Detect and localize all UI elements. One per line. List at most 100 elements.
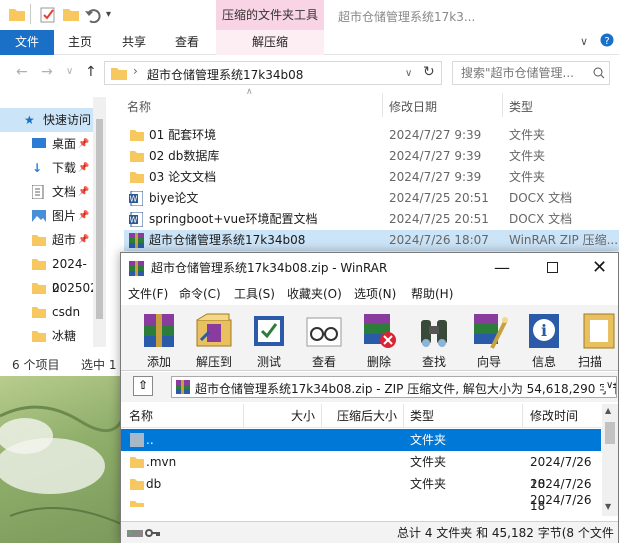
nav-item-folder[interactable]: csdn [0, 300, 93, 324]
nav-item-desktop[interactable]: 桌面 📌 [0, 132, 93, 156]
archive-row[interactable]: .mvn 文件夹 2024/7/26 18 [121, 451, 601, 491]
menu-help[interactable]: 帮助(H) [411, 283, 453, 305]
nav-item-folder[interactable]: 202502 [0, 276, 98, 300]
find-button[interactable]: 查找 [409, 307, 459, 369]
minimize-icon[interactable]: — [494, 253, 510, 283]
nav-item-pictures[interactable]: 图片 📌 [0, 204, 93, 228]
nav-item-documents[interactable]: 文档 📌 [0, 180, 93, 204]
collapse-ribbon-icon[interactable]: ∨ [580, 35, 588, 48]
back-arrow-icon[interactable]: ← [16, 64, 28, 80]
file-row[interactable]: 02 db数据库 2024/7/27 9:39 文件夹 [124, 146, 619, 167]
menu-options[interactable]: 选项(N) [354, 283, 396, 305]
nav-item-folder[interactable]: 冰糖 [0, 324, 93, 348]
file-row-selected[interactable]: 超市仓储管理系统17k34b08 2024/7/26 18:07 WinRAR … [124, 230, 619, 251]
path-dropdown-icon[interactable]: ∨ [604, 380, 614, 391]
undo-icon[interactable] [85, 7, 101, 23]
file-name: 01 配套环境 [149, 128, 217, 142]
scroll-down-icon[interactable]: ▼ [605, 502, 611, 511]
add-button[interactable]: 添加 [134, 307, 184, 369]
desktop-icon [32, 138, 46, 150]
view-button[interactable]: 查看 [299, 307, 349, 369]
scrollbar-thumb[interactable] [605, 422, 615, 444]
winrar-archive-icon [129, 233, 144, 248]
divider [382, 93, 383, 117]
column-size[interactable]: 大小 [291, 404, 315, 428]
compressed-folder-tools-tab[interactable]: 压缩的文件夹工具 [216, 0, 324, 30]
view-glasses-icon [303, 310, 345, 352]
test-button[interactable]: 测试 [244, 307, 294, 369]
pin-icon: 📌 [78, 211, 90, 221]
file-type: DOCX 文档 [509, 191, 573, 205]
up-folder-button[interactable]: ⇧ [133, 376, 153, 396]
column-modified[interactable]: 修改时间 [530, 404, 578, 428]
column-packed-size[interactable]: 压缩后大小 [337, 404, 397, 428]
svg-text:W: W [130, 216, 138, 225]
extract-to-button[interactable]: 解压到 [189, 307, 239, 369]
info-button[interactable]: i 信息 [519, 307, 569, 369]
nav-item-label: 冰糖 [52, 329, 77, 343]
new-folder-icon[interactable] [63, 7, 79, 21]
archive-path-field[interactable]: 超市仓储管理系统17k34b08.zip - ZIP 压缩文件, 解包大小为 5… [171, 376, 617, 398]
customize-qat-dropdown-icon[interactable]: ▾ [106, 9, 111, 20]
divider [30, 4, 31, 24]
drive-icon [127, 527, 143, 539]
tab-extract[interactable]: 解压缩 [216, 30, 324, 55]
nav-item-downloads[interactable]: ↓ 下载 📌 [0, 156, 93, 180]
menu-commands[interactable]: 命令(C) [179, 283, 221, 305]
delete-button[interactable]: 删除 [354, 307, 404, 369]
file-row[interactable]: 03 论文文档 2024/7/27 9:39 文件夹 [124, 167, 619, 188]
up-arrow-icon[interactable]: ↑ [85, 64, 97, 80]
file-row[interactable]: W biye论文 2024/7/25 20:51 DOCX 文档 [124, 188, 619, 209]
archive-row[interactable]: 2024/7/26 18 [121, 495, 601, 507]
recent-locations-icon[interactable]: ∨ [66, 66, 73, 77]
properties-icon[interactable] [40, 7, 56, 23]
folder-icon[interactable] [9, 7, 25, 21]
help-icon[interactable]: ? [600, 33, 614, 47]
forward-arrow-icon[interactable]: → [41, 64, 53, 80]
nav-item-quick-access[interactable]: ★ 快速访问 [0, 108, 93, 132]
column-type[interactable]: 类型 [410, 404, 434, 428]
test-icon [248, 310, 290, 352]
column-type[interactable]: 类型 [509, 98, 533, 115]
file-type: 文件夹 [509, 170, 546, 184]
scrollbar-thumb[interactable] [96, 119, 103, 319]
ribbon-tabs: 文件 主页 共享 查看 解压缩 ∨ ? [0, 30, 619, 55]
key-icon [145, 527, 161, 539]
tab-file[interactable]: 文件 [0, 30, 54, 55]
nav-item-folder[interactable]: 超市 📌 [0, 228, 93, 252]
address-dropdown-icon[interactable]: ∨ [405, 68, 412, 79]
folder-icon [130, 500, 144, 507]
folder-icon [32, 330, 46, 342]
tab-view[interactable]: 查看 [175, 30, 199, 55]
search-input[interactable]: 搜索"超市仓储管理... [452, 61, 610, 85]
winrar-list-scrollbar[interactable]: ▲ ▼ [602, 404, 618, 516]
winrar-status-bar: 总计 4 文件夹 和 45,182 字节(8 个文件 [121, 521, 618, 543]
column-name[interactable]: 名称 [127, 98, 151, 115]
wizard-button[interactable]: 向导 [464, 307, 514, 369]
maximize-icon[interactable] [547, 262, 558, 273]
menu-tools[interactable]: 工具(S) [234, 283, 275, 305]
archive-row-selected[interactable]: .. 文件夹 [121, 429, 601, 451]
archive-row[interactable]: db 文件夹 2024/7/26 18 [121, 473, 601, 513]
scan-button[interactable]: 扫描 [574, 307, 618, 369]
column-name[interactable]: 名称 [129, 404, 153, 428]
file-row[interactable]: 01 配套环境 2024/7/27 9:39 文件夹 [124, 125, 619, 146]
tab-home[interactable]: 主页 [68, 30, 92, 55]
breadcrumb[interactable]: 超市仓储管理系统17k34b08 [147, 66, 303, 83]
item-count: 6 个项目 [12, 358, 60, 372]
file-row[interactable]: W springboot+vue环境配置文档 2024/7/25 20:51 D… [124, 209, 619, 230]
menu-favorites[interactable]: 收藏夹(O) [287, 283, 342, 305]
folder-icon [32, 234, 46, 246]
nav-item-folder[interactable]: 2024-0 [0, 252, 93, 295]
close-icon[interactable]: ✕ [592, 253, 607, 283]
breadcrumb-chevron-icon[interactable]: › [133, 64, 138, 78]
column-date[interactable]: 修改日期 [389, 98, 437, 115]
nav-item-label: 超市 [52, 233, 77, 247]
file-date: 2024/7/26 18:07 [389, 233, 489, 247]
scroll-up-icon[interactable]: ▲ [605, 406, 611, 415]
nav-scrollbar[interactable] [93, 97, 106, 347]
tab-share[interactable]: 共享 [122, 30, 146, 55]
menu-file[interactable]: 文件(F) [128, 283, 168, 305]
address-bar[interactable]: › 超市仓储管理系统17k34b08 ∨ ↻ [104, 61, 442, 85]
refresh-icon[interactable]: ↻ [423, 64, 435, 80]
